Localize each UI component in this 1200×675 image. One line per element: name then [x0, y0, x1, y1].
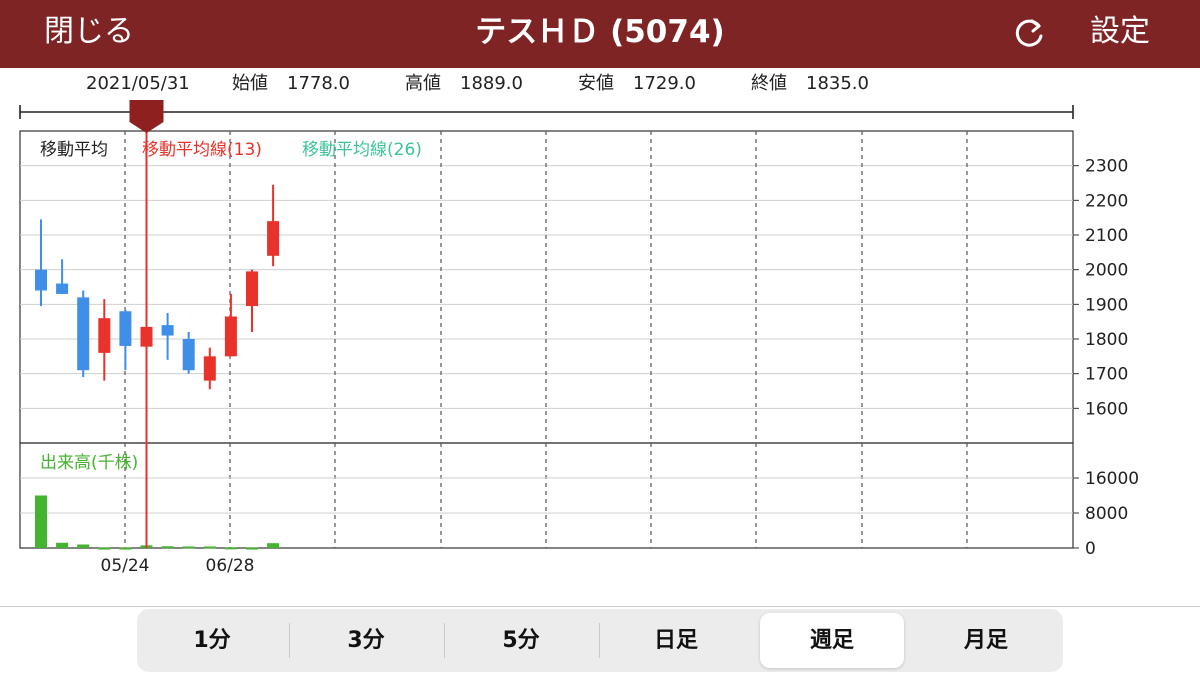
volume-bar	[161, 546, 174, 549]
open-value: 1778.0	[287, 73, 350, 94]
volume-bar	[119, 547, 132, 550]
volume-bar	[203, 546, 216, 549]
legend-ma13: 移動平均線(13)	[142, 140, 262, 160]
close-price-value: 1835.0	[806, 73, 869, 94]
bottom-divider	[0, 606, 1200, 607]
volume-bar	[182, 546, 195, 549]
tab-daily[interactable]: 日足	[601, 613, 751, 668]
volume-bar	[224, 547, 237, 550]
volume-bar	[267, 543, 280, 548]
ohlc-info-row: 2021/05/31 始値 1778.0 高値 1889.0 安値 1729.0…	[0, 70, 1200, 98]
legend-ma: 移動平均	[40, 140, 108, 160]
candle-body	[98, 318, 111, 353]
range-slider-handle[interactable]	[129, 100, 164, 133]
volume-bar	[98, 547, 111, 550]
tab-3min[interactable]: 3分	[291, 613, 441, 668]
candle-body	[56, 283, 69, 294]
candle-body	[35, 269, 47, 291]
tab-separator	[289, 623, 290, 658]
legend-volume: 出来高(千株)	[40, 453, 138, 473]
tab-separator	[444, 623, 445, 658]
legend-ma26: 移動平均線(26)	[302, 140, 422, 160]
candle-body	[246, 271, 258, 307]
candle-body	[267, 221, 280, 256]
tab-monthly[interactable]: 月足	[911, 613, 1061, 668]
high-label: 高値	[405, 73, 441, 94]
price-tick-label: 1700	[1085, 365, 1128, 385]
volume-tick-label: 8000	[1085, 504, 1128, 524]
volume-tick-label: 16000	[1085, 469, 1139, 489]
cursor-date: 2021/05/31	[86, 73, 190, 94]
refresh-icon[interactable]	[1010, 14, 1048, 52]
volume-bar	[35, 495, 47, 548]
candle-body	[182, 339, 195, 371]
tab-5min[interactable]: 5分	[446, 613, 596, 668]
price-tick-label: 1600	[1085, 399, 1128, 419]
volume-bar	[246, 547, 258, 550]
price-tick-label: 1800	[1085, 330, 1128, 350]
candle-body	[161, 325, 174, 336]
candle-body	[119, 311, 132, 346]
settings-button[interactable]: 設定	[1090, 12, 1150, 52]
volume-bar	[56, 542, 69, 548]
tab-separator	[599, 623, 600, 658]
x-axis-label: 05/24	[101, 556, 150, 576]
low-value: 1729.0	[633, 73, 696, 94]
price-tick-label: 2300	[1085, 157, 1128, 177]
low-label: 安値	[578, 73, 614, 94]
candle-body	[224, 316, 237, 357]
volume-tick-label: 0	[1085, 539, 1096, 559]
candlestick-chart[interactable]: 1600 1700 1800 1900 2000 2100 2200 2300 0 8000 16…	[0, 95, 1200, 585]
tab-weekly[interactable]: 週足	[760, 613, 904, 668]
period-selector: 1分 3分 5分 日足 週足 月足	[137, 609, 1063, 672]
candle-body	[203, 356, 216, 381]
price-tick-label: 2000	[1085, 261, 1128, 281]
price-tick-label: 2100	[1085, 226, 1128, 246]
x-axis-label: 06/28	[206, 556, 255, 576]
volume-bar	[77, 544, 90, 548]
tab-1min[interactable]: 1分	[137, 613, 287, 668]
price-tick-label: 2200	[1085, 191, 1128, 211]
header-bar: 閉じる テスＨＤ (5074) 設定	[0, 0, 1200, 68]
open-label: 始値	[232, 73, 268, 94]
candle-body	[77, 297, 90, 371]
price-tick-label: 1900	[1085, 295, 1128, 315]
close-price-label: 終値	[751, 73, 787, 94]
high-value: 1889.0	[460, 73, 523, 94]
